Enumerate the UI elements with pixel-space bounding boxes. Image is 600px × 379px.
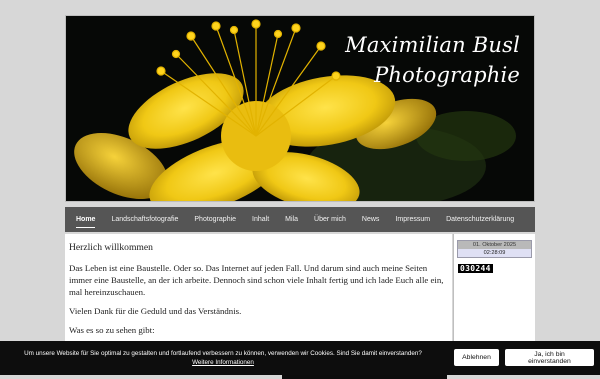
current-time: 02:28:09 xyxy=(458,249,531,257)
main-nav: Home Landschaftsfotografie Photographie … xyxy=(65,207,535,232)
cookie-message-block: Um unsere Website für Sie optimal zu ges… xyxy=(8,349,438,367)
cookie-banner: Um unsere Website für Sie optimal zu ges… xyxy=(0,341,600,375)
nav-item-mila[interactable]: Mila xyxy=(285,207,298,232)
nav-item-datenschutz[interactable]: Datenschutzerklärung xyxy=(446,207,514,232)
nav-item-news[interactable]: News xyxy=(362,207,380,232)
nav-item-inhalt[interactable]: Inhalt xyxy=(252,207,269,232)
current-date: 01. Oktober 2025 xyxy=(458,241,531,249)
intro-paragraph: Das Leben ist eine Baustelle. Oder so. D… xyxy=(69,263,444,297)
page-heading: Herzlich willkommen xyxy=(69,242,153,253)
nav-item-ueber-mich[interactable]: Über mich xyxy=(314,207,346,232)
site-title: Maximilian Busl Photographie xyxy=(345,30,520,90)
site-title-line2: Photographie xyxy=(374,63,520,87)
date-time-widget: 01. Oktober 2025 02:28:09 xyxy=(457,240,532,258)
nav-item-impressum[interactable]: Impressum xyxy=(395,207,430,232)
cookie-more-info-link[interactable]: Weitere Informationen xyxy=(192,359,254,366)
cookie-message: Um unsere Website für Sie optimal zu ges… xyxy=(24,350,422,357)
header-banner: Maximilian Busl Photographie xyxy=(65,15,535,202)
cookie-decline-button[interactable]: Ablehnen xyxy=(454,349,499,366)
overview-paragraph: Was es so zu sehen gibt: xyxy=(69,325,155,335)
cookie-accept-button[interactable]: Ja, ich bin einverstanden xyxy=(505,349,594,366)
nav-item-photographie[interactable]: Photographie xyxy=(194,207,236,232)
visitor-counter: 030244 xyxy=(458,264,493,273)
nav-item-home[interactable]: Home xyxy=(76,207,96,232)
thanks-paragraph: Vielen Dank für die Geduld und das Verst… xyxy=(69,306,242,316)
nav-item-landschaftsfotografie[interactable]: Landschaftsfotografie xyxy=(111,207,178,232)
site-title-line1: Maximilian Busl xyxy=(345,33,520,57)
